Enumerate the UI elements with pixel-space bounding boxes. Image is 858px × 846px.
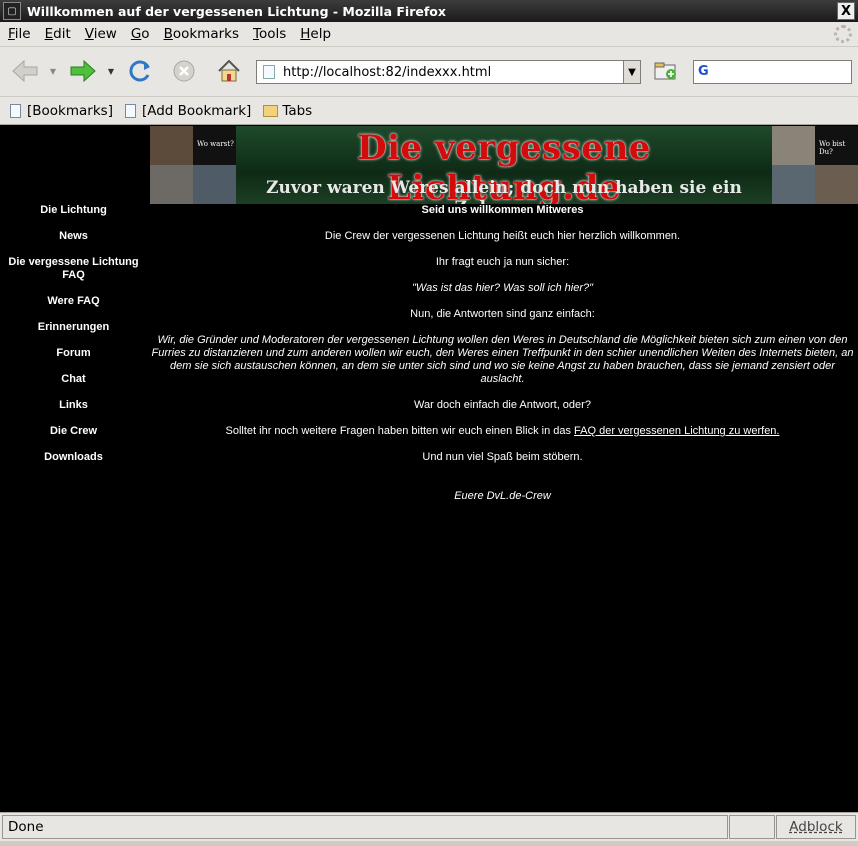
- menu-view[interactable]: View: [85, 26, 117, 42]
- nav-link-forum[interactable]: Forum: [0, 347, 147, 360]
- url-input[interactable]: [283, 64, 613, 80]
- nav-link-downloads[interactable]: Downloads: [0, 451, 147, 464]
- bookmark-item-add-bookmark[interactable]: [Add Bookmark]: [124, 102, 252, 119]
- menu-bar: File Edit View Go Bookmarks Tools Help: [0, 22, 858, 47]
- reload-icon: [129, 60, 150, 82]
- new-tab-icon: [654, 62, 676, 80]
- address-bar[interactable]: ▼: [256, 60, 641, 84]
- status-panel: [729, 815, 775, 839]
- faq-paragraph: Solltet ihr noch weitere Fragen haben bi…: [150, 425, 855, 438]
- signature: Euere DvL.de-Crew: [454, 490, 551, 502]
- back-history-dropdown[interactable]: ▼: [46, 56, 60, 86]
- adblock-button[interactable]: Adblock: [776, 815, 856, 839]
- banner-title-area: Die vergessene Lichtung.de Zuvor waren W…: [236, 126, 772, 204]
- bookmark-folder-tabs[interactable]: Tabs: [263, 103, 312, 119]
- search-input[interactable]: [716, 64, 836, 80]
- nav-link-lichtung-faq[interactable]: Die vergessene Lichtung FAQ: [0, 256, 147, 282]
- reload-button[interactable]: [124, 56, 156, 86]
- nav-link-were-faq[interactable]: Were FAQ: [0, 295, 147, 308]
- menu-go[interactable]: Go: [131, 26, 150, 42]
- faq-paragraph-text: Solltet ihr noch weitere Fragen haben bi…: [225, 425, 575, 437]
- site-banner: Wo warst? Die vergessene Lichtung.de Zuv…: [150, 126, 858, 204]
- back-button[interactable]: [10, 56, 40, 86]
- back-arrow-icon: [12, 59, 38, 83]
- banner-subtitle: Zuvor waren Weres allein; doch nun haben…: [266, 178, 742, 204]
- banner-right-image: Wo bist Du?: [772, 126, 858, 204]
- folder-icon: [263, 104, 279, 117]
- caption-tile: Wo warst?: [193, 126, 236, 165]
- bookmark-label: [Add Bookmark]: [141, 102, 252, 119]
- status-bar-edge: [0, 841, 858, 846]
- mission-statement: Wir, die Gründer und Moderatoren der ver…: [151, 334, 854, 385]
- search-engine-icon[interactable]: G: [698, 64, 716, 80]
- question-intro: Ihr fragt euch ja nun sicher:: [435, 256, 570, 268]
- page-icon: [10, 103, 21, 118]
- nav-link-erinnerungen[interactable]: Erinnerungen: [0, 321, 147, 334]
- forward-arrow-icon: [70, 59, 96, 83]
- wolf-image-icon: [150, 165, 193, 204]
- home-button[interactable]: [212, 56, 246, 86]
- stop-icon: [173, 60, 195, 82]
- caption-tile: Wo bist Du?: [815, 126, 858, 165]
- home-icon: [218, 59, 240, 82]
- page-icon: [124, 103, 136, 118]
- status-text: Done: [2, 815, 728, 839]
- answer-intro: Nun, die Antworten sind ganz einfach:: [410, 308, 595, 320]
- question-quote: "Was ist das hier? Was soll ich hier?": [411, 282, 594, 294]
- answer-remark: War doch einfach die Antwort, oder?: [414, 399, 591, 411]
- banner-left-caption: Wo warst?: [197, 140, 234, 148]
- bookmark-label: [Bookmarks]: [27, 102, 113, 119]
- welcome-heading: Seid uns willkommen Mitweres: [421, 204, 584, 216]
- menu-file[interactable]: File: [8, 26, 31, 42]
- menu-edit[interactable]: Edit: [45, 26, 71, 42]
- bookmark-item-bookmarks[interactable]: [Bookmarks]: [10, 103, 113, 119]
- banner-right-caption: Wo bist Du?: [819, 140, 846, 156]
- navigation-toolbar: ▼ ▼ ▼ G: [0, 47, 858, 97]
- banner-left-image: Wo warst?: [150, 126, 236, 204]
- bookmarks-toolbar: [Bookmarks] [Add Bookmark] Tabs: [0, 97, 858, 125]
- url-history-dropdown[interactable]: ▼: [623, 61, 640, 83]
- new-tab-button[interactable]: [651, 56, 681, 86]
- main-article: Seid uns willkommen Mitweres Die Crew de…: [150, 204, 855, 516]
- wolf-image-icon: [815, 165, 858, 204]
- site-navigation: Die Lichtung News Die vergessene Lichtun…: [0, 204, 147, 477]
- forward-button[interactable]: [68, 56, 98, 86]
- nav-link-die-lichtung[interactable]: Die Lichtung: [0, 204, 147, 217]
- wolf-image-icon: [772, 126, 815, 165]
- bookmark-label: Tabs: [282, 102, 313, 119]
- stop-button[interactable]: [168, 56, 200, 86]
- page-content: Wo warst? Die vergessene Lichtung.de Zuv…: [0, 126, 858, 812]
- status-bar: Done Adblock: [0, 812, 858, 846]
- menu-tools[interactable]: Tools: [253, 26, 286, 42]
- welcome-paragraph: Die Crew der vergessenen Lichtung heißt …: [324, 230, 681, 242]
- menu-bookmarks[interactable]: Bookmarks: [164, 26, 239, 42]
- wolf-image-icon: [150, 126, 193, 165]
- window-title: Willkommen auf der vergessenen Lichtung …: [27, 3, 446, 19]
- menu-help[interactable]: Help: [300, 26, 331, 42]
- nav-link-news[interactable]: News: [0, 230, 147, 243]
- closing-line: Und nun viel Spaß beim stöbern.: [422, 451, 583, 463]
- window-title-bar: ▢ Willkommen auf der vergessenen Lichtun…: [0, 0, 858, 22]
- page-favicon-icon: [263, 65, 275, 79]
- nav-link-die-crew[interactable]: Die Crew: [0, 425, 147, 438]
- forward-history-dropdown[interactable]: ▼: [104, 56, 118, 86]
- window-close-button[interactable]: X: [837, 2, 855, 20]
- nav-link-chat[interactable]: Chat: [0, 373, 147, 386]
- forest-image-icon: [772, 165, 815, 204]
- nav-link-links[interactable]: Links: [0, 399, 147, 412]
- throbber-icon: [834, 25, 852, 43]
- faq-link[interactable]: FAQ der vergessenen Lichtung zu werfen.: [574, 425, 779, 437]
- search-bar[interactable]: G: [693, 60, 852, 84]
- window-menu-icon[interactable]: ▢: [3, 2, 21, 20]
- forest-image-icon: [193, 165, 236, 204]
